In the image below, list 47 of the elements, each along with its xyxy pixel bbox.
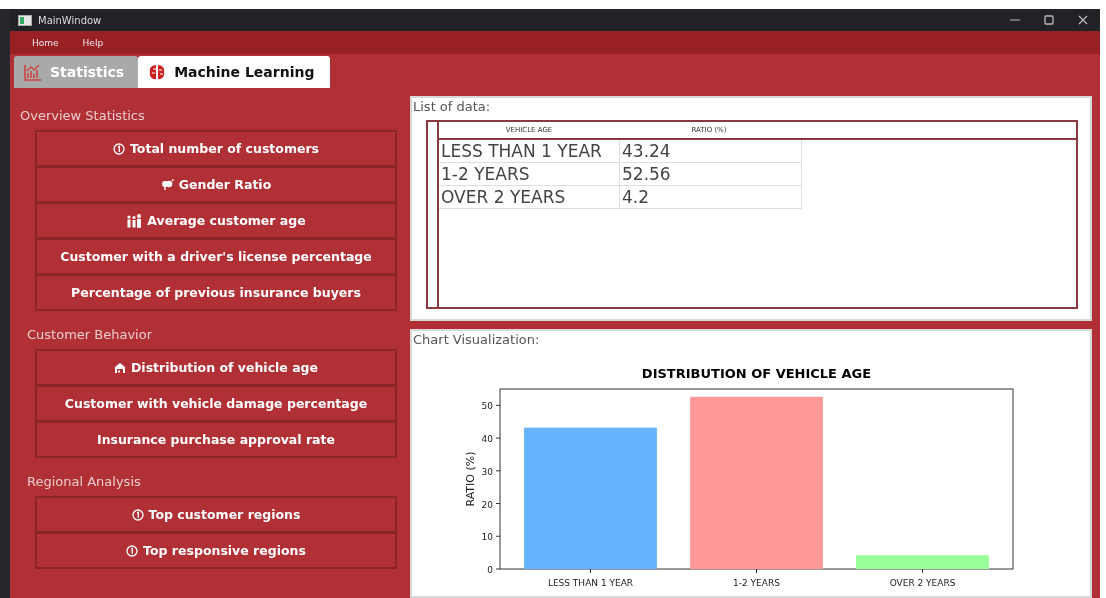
- window-icon: [18, 14, 32, 26]
- people-icon: [126, 213, 143, 228]
- y-tick-label: 30: [481, 466, 493, 477]
- close-icon[interactable]: [1078, 15, 1088, 25]
- garage-icon: [113, 361, 126, 374]
- nav-button[interactable]: Customer with vehicle damage percentage: [35, 385, 397, 422]
- nav-button[interactable]: Total number of customers: [35, 130, 397, 167]
- section-title: Customer Behavior: [26, 327, 153, 342]
- chart-icon: [24, 63, 42, 81]
- x-tick-label: 1-2 YEARS: [733, 578, 780, 588]
- nav-button[interactable]: Customer with a driver's license percentage: [35, 238, 397, 275]
- chart-title: DISTRIBUTION OF VEHICLE AGE: [641, 366, 872, 381]
- table-cell: LESS THAN 1 YEAR: [439, 140, 620, 162]
- nav-button[interactable]: Top responsive regions: [35, 532, 397, 569]
- panel-title: List of data:: [412, 98, 492, 114]
- maximize-icon[interactable]: [1044, 15, 1054, 25]
- nav-button[interactable]: Percentage of previous insurance buyers: [35, 274, 397, 311]
- x-tick-label: LESS THAN 1 YEAR: [547, 578, 634, 588]
- nav-button[interactable]: Average customer age: [35, 202, 397, 239]
- info-icon: [112, 142, 125, 155]
- y-axis-label: RATIO (%): [464, 451, 477, 507]
- table-cell-text: 52.56: [621, 163, 672, 185]
- y-tick-label: 0: [487, 565, 493, 575]
- brain-icon: [148, 63, 167, 81]
- info-icon: [126, 544, 139, 557]
- nav-button[interactable]: Gender Ratio: [35, 166, 397, 203]
- y-tick-label: 40: [481, 434, 493, 445]
- section-title: Overview Statistics: [19, 108, 146, 123]
- table-cell: OVER 2 YEARS: [439, 186, 620, 208]
- menu-item[interactable]: Help: [82, 37, 104, 48]
- section-title: Regional Analysis: [26, 474, 142, 489]
- menu-item[interactable]: Home: [32, 37, 59, 48]
- tab[interactable]: Machine Learning: [138, 56, 331, 88]
- y-tick-label: 10: [481, 532, 493, 543]
- panel-title: Chart Visualization:: [412, 331, 541, 347]
- y-tick-label: 20: [481, 499, 493, 510]
- nav-button[interactable]: Distribution of vehicle age: [35, 349, 397, 386]
- y-tick-label: 50: [481, 401, 493, 412]
- info-icon: [131, 508, 144, 521]
- nav-button[interactable]: Insurance purchase approval rate: [35, 421, 397, 458]
- window-title: MainWindow: [38, 14, 102, 26]
- x-tick-label: OVER 2 YEARS: [889, 578, 956, 588]
- nav-button[interactable]: Top customer regions: [35, 496, 397, 533]
- table-cell: 1-2 YEARS: [439, 163, 620, 185]
- gender-icon: [160, 178, 174, 191]
- table-cell-text: 4.2: [621, 186, 651, 208]
- table-cell-text: 43.24: [621, 140, 672, 162]
